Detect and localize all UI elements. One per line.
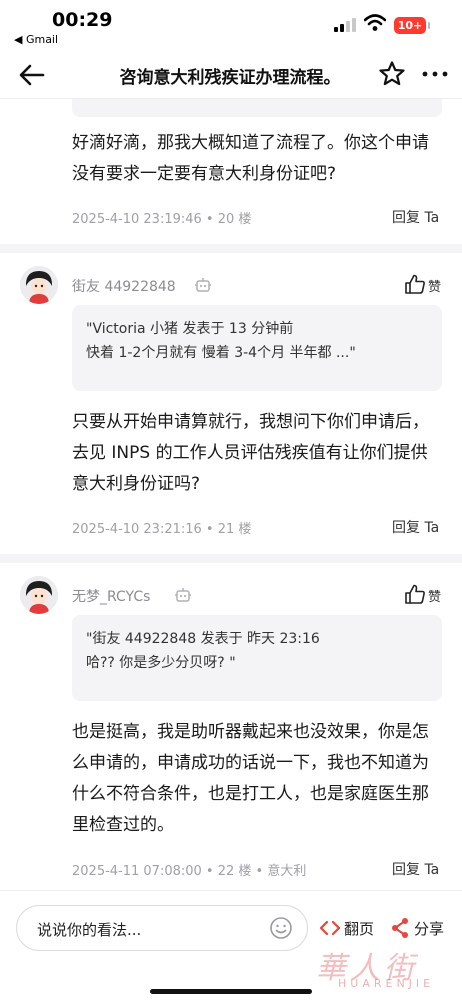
post-text: 也是挺高，我是助听器戴起来也没效果，你是怎么申请的，申请成功的话说一下，我也不知… xyxy=(72,722,429,835)
emoji-icon[interactable] xyxy=(269,916,293,940)
quote-line: "Victoria 小猪 发表于 13 分钟前 xyxy=(86,321,294,337)
watermark-en: HUARENJIE xyxy=(338,977,435,990)
avatar-icon xyxy=(20,266,58,304)
like-button[interactable]: 赞 xyxy=(428,586,441,605)
robot-badge-icon xyxy=(195,278,211,292)
status-time: 00:29 xyxy=(52,9,113,31)
avatar-icon xyxy=(20,576,58,614)
post-separator xyxy=(0,554,462,563)
username[interactable]: 无梦_RCYCs xyxy=(72,586,150,606)
star-icon[interactable] xyxy=(378,60,406,88)
home-indicator xyxy=(150,989,312,994)
reply-button[interactable]: 回复 Ta xyxy=(392,859,439,879)
back-to-app-link[interactable]: ◀ Gmail xyxy=(14,33,58,46)
quote-block: "Victoria 小猪 发表于 13 分钟前 快着 1-2个月就有 慢着 3-… xyxy=(72,305,442,391)
thumbs-up-icon[interactable] xyxy=(404,273,426,295)
like-button[interactable]: 赞 xyxy=(428,276,441,295)
back-arrow-icon[interactable] xyxy=(18,61,46,89)
nav-bar: 咨询意大利残疾证办理流程。 xyxy=(0,52,462,98)
post-text: 只要从开始申请算就行，我想问下你们申请后，去见 INPS 的工作人员评估残疾值有… xyxy=(72,412,429,494)
post-text: 好滴好滴，那我大概知道了流程了。你这个申请没有要求一定要有意大利身份证吧? xyxy=(72,133,429,184)
status-bar: 00:29 ◀ Gmail 10+ xyxy=(0,0,462,50)
avatar[interactable] xyxy=(20,576,58,614)
page-flip-icon[interactable] xyxy=(320,919,340,937)
bottom-bar: 说说你的看法... 翻页 分享 華人街 HUARENJIE xyxy=(0,890,462,1000)
wifi-icon xyxy=(364,14,386,31)
reply-button[interactable]: 回复 Ta xyxy=(392,517,439,537)
post-separator xyxy=(0,244,462,253)
thumbs-up-icon[interactable] xyxy=(404,583,426,605)
site-watermark: 華人街 HUARENJIE xyxy=(312,943,462,991)
reply-button[interactable]: 回复 Ta xyxy=(392,207,439,227)
robot-badge-icon xyxy=(175,588,191,602)
battery-indicator: 10+ xyxy=(394,17,430,34)
post-meta: 2025-4-11 07:08:00 • 22 楼 • 意大利 xyxy=(72,864,307,879)
more-icon[interactable] xyxy=(420,60,450,88)
post-meta: 2025-4-10 23:21:16 • 21 楼 xyxy=(72,522,252,537)
username[interactable]: 街友 44922848 xyxy=(72,276,176,296)
quote-block: "街友 44922848 发表于 昨天 23:16 哈?? 你是多少分贝呀? " xyxy=(72,615,442,701)
share-icon[interactable] xyxy=(390,917,410,939)
avatar[interactable] xyxy=(20,266,58,304)
quote-line: 哈?? 你是多少分贝呀? " xyxy=(86,655,236,671)
comment-placeholder: 说说你的看法... xyxy=(37,921,142,939)
quote-line: "街友 44922848 发表于 昨天 23:16 xyxy=(86,631,320,647)
cellular-signal-icon xyxy=(334,18,356,32)
quote-line: 快着 1-2个月就有 慢着 3-4个月 半年都 ..." xyxy=(86,345,356,361)
quote-block-partial xyxy=(72,99,442,117)
page-flip-button[interactable]: 翻页 xyxy=(344,918,374,939)
comment-input[interactable]: 说说你的看法... xyxy=(16,905,308,951)
post-meta: 2025-4-10 23:19:46 • 20 楼 xyxy=(72,212,252,227)
share-button[interactable]: 分享 xyxy=(414,918,444,939)
page-title: 咨询意大利残疾证办理流程。 xyxy=(119,68,341,88)
